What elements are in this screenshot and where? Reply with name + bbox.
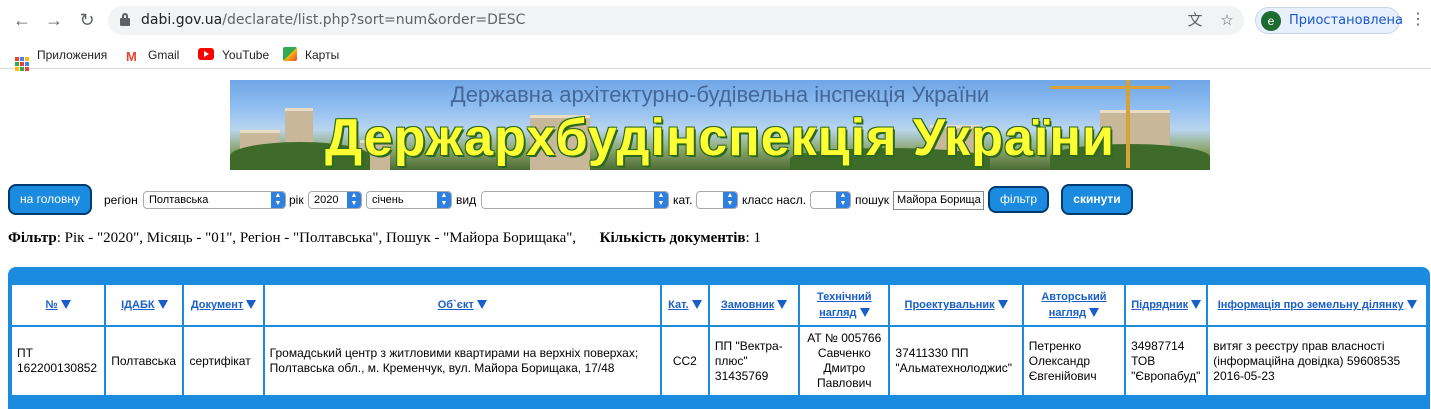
- cell-number: ПТ 162200130852: [12, 327, 105, 395]
- region-select[interactable]: Полтавська ▲ ▼: [143, 191, 286, 209]
- region-label: регіон: [104, 193, 138, 207]
- sort-arrow-icon[interactable]: [777, 300, 788, 309]
- select-arrows-icon: ▲ ▼: [836, 192, 850, 208]
- cell-document: сертифікат: [184, 327, 263, 395]
- sort-arrow-icon[interactable]: [157, 300, 168, 309]
- bookmark-maps[interactable]: Карты: [283, 46, 339, 64]
- results-table-container: № ІДАБК Документ Об`єкт Кат. Замовник Те…: [8, 267, 1430, 409]
- sort-arrow-icon[interactable]: [859, 308, 870, 317]
- category-select[interactable]: ▲ ▼: [696, 191, 738, 209]
- url-text[interactable]: dabi.gov.ua/declarate/list.php?sort=num&…: [141, 12, 525, 28]
- year-label: рік: [289, 193, 304, 207]
- select-arrows-icon: ▲ ▼: [654, 192, 668, 208]
- col-header-land-info[interactable]: Інформація про земельну ділянку: [1208, 285, 1426, 325]
- cell-designer: 37411330 ПП "Альматехнолоджис": [890, 327, 1022, 395]
- search-label: пошук: [855, 193, 890, 207]
- document-count-label: Кількість документів: [599, 230, 746, 246]
- select-arrows-icon: ▲ ▼: [437, 192, 451, 208]
- category-label: кат.: [673, 193, 693, 207]
- sort-arrow-icon[interactable]: [1406, 300, 1417, 309]
- translate-icon[interactable]: 文: [1186, 12, 1204, 30]
- sort-arrow-icon[interactable]: [60, 300, 71, 309]
- forward-icon[interactable]: →: [42, 8, 66, 32]
- col-header-idabk[interactable]: ІДАБК: [106, 285, 183, 325]
- col-header-author-supervision[interactable]: Авторський нагляд: [1023, 285, 1125, 325]
- cell-category: СС2: [661, 327, 708, 395]
- month-select[interactable]: січень ▲ ▼: [366, 191, 452, 209]
- table-row: ПТ 162200130852 Полтавська сертифікат Гр…: [12, 327, 1426, 395]
- filter-summary-text: : Рік - "2020", Місяць - "01", Регіон - …: [56, 230, 577, 246]
- youtube-icon: [198, 48, 214, 60]
- sort-arrow-icon[interactable]: [1089, 308, 1100, 317]
- search-input[interactable]: Майора Борища: [893, 191, 984, 210]
- browser-toolbar: ← → ↻ dabi.gov.ua/declarate/list.php?sor…: [0, 0, 1431, 40]
- cell-land-info: витяг з реєстру прав власності (інформац…: [1208, 327, 1426, 395]
- class-select[interactable]: ▲ ▼: [810, 191, 851, 209]
- class-label: класс насл.: [742, 193, 807, 207]
- reset-button[interactable]: скинути: [1061, 184, 1133, 215]
- cell-author-supervision: Петренко Олександр Євгенійович: [1023, 327, 1125, 395]
- bookmark-gmail[interactable]: M Gmail: [126, 46, 179, 64]
- type-select[interactable]: ▲ ▼: [481, 191, 669, 209]
- document-count-value: : 1: [745, 230, 761, 246]
- col-header-number[interactable]: №: [12, 285, 105, 325]
- profile-button[interactable]: e Приостановлена: [1255, 7, 1404, 34]
- reload-icon[interactable]: ↻: [75, 8, 99, 32]
- avatar: e: [1261, 11, 1281, 31]
- sort-arrow-icon[interactable]: [997, 300, 1008, 309]
- cell-object: Громадський центр з житловими квартирами…: [264, 327, 660, 395]
- select-arrows-icon: ▲ ▼: [723, 192, 737, 208]
- banner-subtitle: Державна архітектурно-будівельна інспекц…: [450, 82, 990, 107]
- cell-customer: ПП "Вектра-плюс" 31435769: [709, 327, 799, 395]
- sort-arrow-icon[interactable]: [476, 300, 487, 309]
- col-header-customer[interactable]: Замовник: [709, 285, 799, 325]
- col-header-document[interactable]: Документ: [184, 285, 263, 325]
- apps-icon: [15, 57, 29, 71]
- col-header-technical-supervision[interactable]: Технічний нагляд: [800, 285, 889, 325]
- type-label: вид: [456, 193, 477, 207]
- year-select[interactable]: 2020 ▲ ▼: [308, 191, 362, 209]
- sort-arrow-icon[interactable]: [1191, 300, 1202, 309]
- gmail-icon: M: [126, 49, 137, 64]
- col-header-object[interactable]: Об`єкт: [264, 285, 660, 325]
- bookmarks-bar: Приложения M Gmail YouTube Карты: [0, 40, 1431, 71]
- profile-status: Приостановлена: [1289, 13, 1404, 28]
- filter-summary-label: Фільтр: [8, 230, 57, 246]
- filter-button[interactable]: фільтр: [988, 186, 1049, 213]
- select-arrows-icon: ▲ ▼: [347, 192, 361, 208]
- star-icon[interactable]: ☆: [1218, 12, 1236, 30]
- cell-contractor: 34987714 ТОВ "Європабуд": [1126, 327, 1207, 395]
- cell-technical-supervision: АТ № 005766 Савченко Дмитро Павлович: [800, 327, 889, 395]
- back-icon[interactable]: ←: [10, 8, 34, 32]
- address-bar[interactable]: dabi.gov.ua/declarate/list.php?sort=num&…: [108, 6, 1244, 35]
- cell-idabk: Полтавська: [106, 327, 183, 395]
- menu-icon[interactable]: ⋮: [1410, 10, 1426, 30]
- results-table: № ІДАБК Документ Об`єкт Кат. Замовник Те…: [10, 283, 1428, 397]
- col-header-category[interactable]: Кат.: [661, 285, 708, 325]
- sort-arrow-icon[interactable]: [691, 300, 702, 309]
- col-header-contractor[interactable]: Підрядник: [1126, 285, 1207, 325]
- sort-arrow-icon[interactable]: [246, 300, 257, 309]
- maps-icon: [283, 47, 297, 61]
- home-button[interactable]: на головну: [8, 184, 92, 215]
- filter-summary: Фільтр: Рік - "2020", Місяць - "01", Рег…: [8, 230, 761, 247]
- select-arrows-icon: ▲ ▼: [271, 192, 285, 208]
- bookmark-apps[interactable]: Приложения: [15, 46, 107, 71]
- banner-title: Держархбудінспекція України: [325, 109, 1115, 167]
- table-header-row: № ІДАБК Документ Об`єкт Кат. Замовник Те…: [12, 285, 1426, 325]
- col-header-designer[interactable]: Проектувальник: [890, 285, 1022, 325]
- lock-icon: [120, 13, 130, 26]
- bookmark-youtube[interactable]: YouTube: [198, 46, 269, 64]
- site-banner: Державна архітектурно-будівельна інспекц…: [230, 80, 1210, 170]
